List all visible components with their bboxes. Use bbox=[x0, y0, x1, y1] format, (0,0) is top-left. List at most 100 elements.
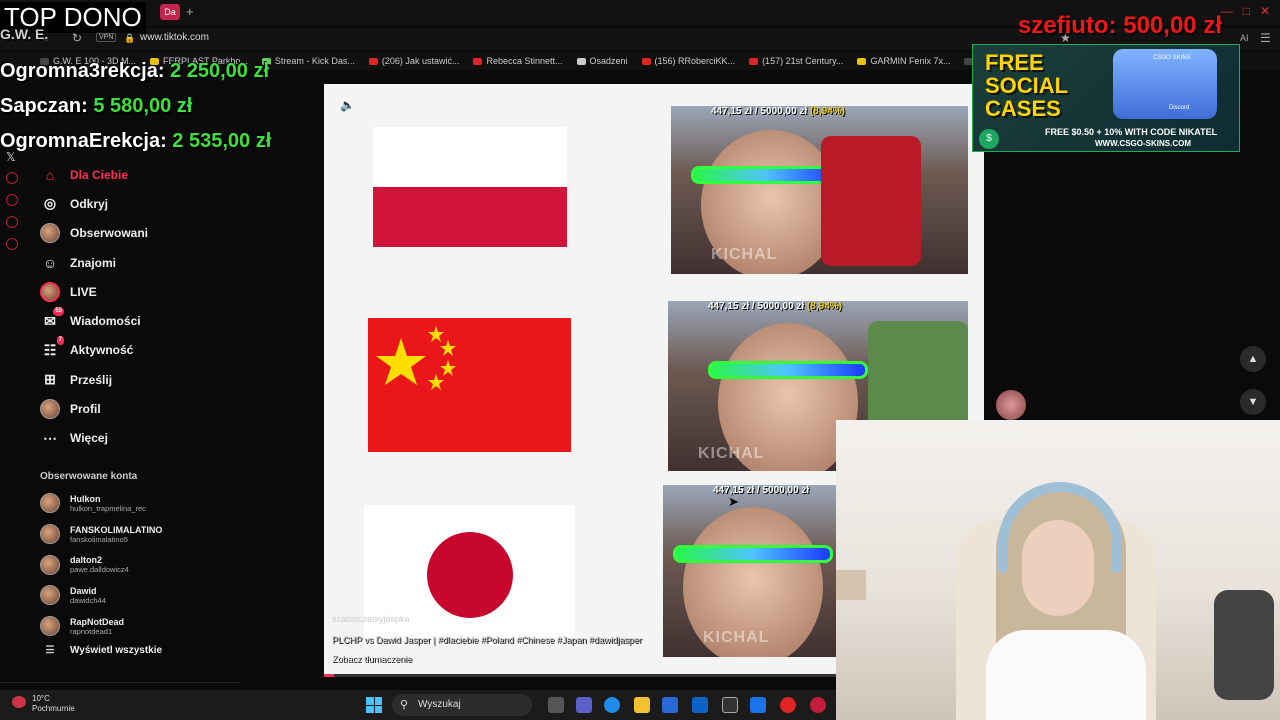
restore-icon[interactable]: □ bbox=[1243, 4, 1250, 18]
followed-account[interactable]: FANSKOLIMALATINO fanskolimalatino5 bbox=[40, 519, 240, 550]
account-name: Hulkon bbox=[70, 493, 101, 504]
bookmark-item[interactable]: Osadzeni bbox=[576, 52, 628, 70]
csgo-skins-ad[interactable]: FREE SOCIAL CASES CSGO·SKINS Discord $ F… bbox=[972, 44, 1240, 152]
followed-account[interactable]: Dawid dawidch44 bbox=[40, 580, 240, 611]
opera-gx-icon[interactable] bbox=[810, 697, 826, 713]
sidebar-item-odkryj[interactable]: ◎ Odkryj bbox=[40, 189, 240, 218]
bookmark-item[interactable]: (157) 21st Century... bbox=[749, 52, 843, 70]
explorer-icon[interactable] bbox=[634, 697, 650, 713]
friends-icon: ☺ bbox=[42, 254, 58, 271]
taskbar-search-label: Wyszukaj bbox=[418, 699, 461, 710]
account-handle: dawidch44 bbox=[70, 595, 106, 605]
video-author[interactable]: szabloczeniyjaspka bbox=[332, 614, 410, 624]
new-tab-button[interactable]: + bbox=[186, 4, 194, 19]
screen: Da + — □ ✕ ← ↻ VPN 🔒 www.tiktok.com ★ AI… bbox=[0, 0, 1280, 720]
scroll-up-button[interactable]: ▲ bbox=[1240, 346, 1266, 372]
profile-avatar-icon bbox=[40, 399, 60, 420]
video-clip-1: 447,15 zł / 5000,00 zł (8,94%) KICHAL bbox=[671, 106, 968, 274]
sidebar-item-live[interactable]: LIVE bbox=[40, 277, 240, 306]
mail-icon[interactable] bbox=[692, 697, 708, 713]
followed-account[interactable]: Hulkon hulkon_trapmelina_rec bbox=[40, 488, 240, 519]
active-tab[interactable]: Da bbox=[160, 4, 180, 20]
divider bbox=[0, 682, 240, 683]
volume-icon[interactable]: 🔈 bbox=[340, 98, 355, 112]
search-icon: ⚲ bbox=[400, 699, 409, 711]
bookmark-item[interactable]: Rebecca Stinnett... bbox=[473, 52, 563, 70]
reload-icon[interactable]: ↻ bbox=[72, 31, 82, 45]
avatar bbox=[40, 554, 60, 575]
ad-promo: FREE $0.50 + 10% WITH CODE NIKATEL bbox=[1045, 127, 1218, 137]
sidebar-item-prze-lij[interactable]: ⊞ Prześlij bbox=[40, 365, 240, 394]
sidebar-item-label: Odkryj bbox=[70, 196, 109, 211]
ad-title: FREE SOCIAL CASES bbox=[985, 50, 1069, 121]
rail-icon-4[interactable] bbox=[6, 238, 18, 250]
taskbar-search[interactable]: ⚲ Wyszukaj bbox=[392, 694, 532, 716]
bookmark-item[interactable]: (156) RRoberciKK... bbox=[641, 52, 735, 70]
clip-watermark: KICHAL bbox=[698, 445, 765, 462]
sidebar-item-label: Obserwowani bbox=[70, 226, 149, 241]
app2-icon[interactable] bbox=[750, 697, 766, 713]
sidebar-item-label: Więcej bbox=[70, 431, 108, 446]
task-view-icon[interactable] bbox=[548, 697, 564, 713]
bookmark-favicon-icon bbox=[576, 57, 586, 65]
bookmark-label: Rebecca Stinnett... bbox=[486, 56, 563, 66]
followed-account[interactable]: RapNotDead rapnotdead1 bbox=[40, 611, 240, 642]
lock-icon: 🔒 bbox=[124, 33, 136, 43]
creator-avatar[interactable] bbox=[996, 390, 1026, 420]
sidebar-item-wi-cej[interactable]: ⋯ Więcej bbox=[40, 424, 240, 453]
donation-line-0: G.W. E. bbox=[0, 26, 49, 42]
sidebar-item-obserwowani[interactable]: Obserwowani bbox=[40, 219, 240, 248]
bookmark-item[interactable]: Stream - Kick Das... bbox=[261, 52, 355, 70]
mouse-cursor-icon: ➤ bbox=[728, 494, 739, 509]
sidebar-item-label: Wiadomości bbox=[70, 314, 141, 329]
japan-flag bbox=[364, 505, 575, 645]
bookmark-label: (157) 21st Century... bbox=[762, 56, 844, 66]
dollar-coin-icon: $ bbox=[979, 129, 999, 149]
app-icon[interactable] bbox=[722, 697, 738, 713]
video-progress-bar[interactable] bbox=[324, 674, 836, 677]
sidebar-item-znajomi[interactable]: ☺ Znajomi bbox=[40, 248, 240, 277]
bookmark-item[interactable]: (206) Jak ustawić... bbox=[368, 52, 459, 70]
ai-button[interactable]: AI bbox=[1240, 33, 1249, 43]
sidebar-item-label: Prześlij bbox=[70, 372, 113, 387]
rail-icon-3[interactable] bbox=[6, 216, 18, 228]
close-icon[interactable]: ✕ bbox=[1260, 4, 1270, 18]
edge-icon[interactable] bbox=[604, 697, 620, 713]
teams-icon[interactable] bbox=[576, 697, 592, 713]
following-list: Hulkon hulkon_trapmelina_rec FANSKOLIMALAT… bbox=[40, 488, 240, 641]
store-icon[interactable] bbox=[662, 697, 678, 713]
streamer-webcam bbox=[836, 420, 1280, 720]
menu-icon[interactable]: ☰ bbox=[1260, 31, 1271, 45]
opera-icon[interactable] bbox=[780, 697, 796, 713]
rail-icon-1[interactable] bbox=[6, 172, 18, 184]
account-name: FANSKOLIMALATINO bbox=[70, 524, 163, 535]
sidebar-item-label: LIVE bbox=[70, 284, 97, 299]
ad-brand: CSGO·SKINS bbox=[1153, 55, 1191, 61]
avatar-icon bbox=[40, 223, 60, 244]
bookmark-item[interactable]: GARMIN Fenix 7x... bbox=[857, 52, 950, 70]
windows-start-icon[interactable] bbox=[366, 697, 382, 713]
see-all-link[interactable]: ☰ Wyświetl wszystkie bbox=[40, 645, 240, 656]
video-caption: PLCHP vs Dawid Jasper | #dlaciebie #Pola… bbox=[332, 635, 642, 645]
window-controls: — □ ✕ bbox=[1221, 4, 1270, 18]
sidebar-item-aktywno-[interactable]: ☷ 7 Aktywność bbox=[40, 336, 240, 365]
url-text[interactable]: www.tiktok.com bbox=[140, 32, 209, 43]
home-icon: ⌂ bbox=[45, 166, 55, 183]
bookmark-favicon-icon bbox=[641, 57, 651, 65]
account-handle: hulkon_trapmelina_rec bbox=[70, 503, 146, 513]
vpn-badge[interactable]: VPN bbox=[96, 33, 117, 42]
weather-widget[interactable]: 10°C Pochmurnie bbox=[12, 694, 75, 714]
minimize-icon[interactable]: — bbox=[1221, 4, 1233, 18]
account-name: dalton2 bbox=[70, 555, 103, 566]
account-handle: fanskolimalatino5 bbox=[70, 534, 128, 544]
rail-icon-2[interactable] bbox=[6, 194, 18, 206]
translate-link[interactable]: Zobacz tłumaczenie bbox=[332, 654, 412, 664]
followed-account[interactable]: dalton2 pawe.dalldowicz4 bbox=[40, 549, 240, 580]
sidebar-item-dla-ciebie[interactable]: ⌂ Dla Ciebie bbox=[40, 160, 240, 189]
latest-donation: szefiuto: 500,00 zł bbox=[1017, 12, 1222, 39]
bookmark-label: Stream - Kick Das... bbox=[274, 56, 355, 66]
scroll-down-button[interactable]: ▼ bbox=[1240, 389, 1266, 415]
compass-icon: ◎ bbox=[43, 195, 57, 212]
sidebar-item-profil[interactable]: Profil bbox=[40, 394, 240, 423]
sidebar-item-wiadomo-ci[interactable]: ✉ 55 Wiadomości bbox=[40, 306, 240, 335]
